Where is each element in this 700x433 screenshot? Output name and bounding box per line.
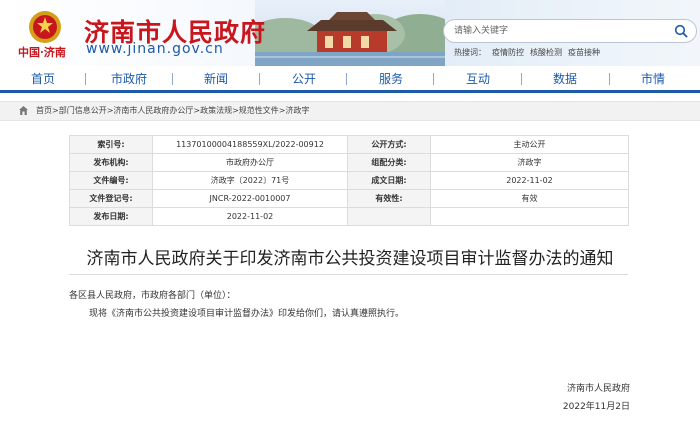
nav-government[interactable]: 市政府 bbox=[111, 70, 147, 87]
national-emblem-icon bbox=[29, 11, 61, 43]
publish-date-value: 2022-11-02 bbox=[152, 207, 348, 226]
empty-cell bbox=[430, 207, 629, 226]
validity-value: 有效 bbox=[430, 189, 629, 208]
written-date-label: 成文日期: bbox=[347, 171, 431, 190]
search-box bbox=[443, 19, 697, 43]
nav-news[interactable]: 新闻 bbox=[204, 70, 228, 87]
nav-separator bbox=[346, 73, 347, 85]
hot-word-epidemic[interactable]: 疫情防控 bbox=[492, 48, 524, 57]
table-row: 文件编号: 济政字〔2022〕71号 成文日期: 2022-11-02 bbox=[69, 171, 629, 190]
nav-separator bbox=[85, 73, 86, 85]
index-number-value: 11370100004188559XL/2022-00912 bbox=[152, 135, 348, 154]
nav-separator bbox=[433, 73, 434, 85]
search-icon[interactable] bbox=[674, 24, 688, 38]
hot-word-nucleic-test[interactable]: 核酸检测 bbox=[530, 48, 562, 57]
index-number-label: 索引号: bbox=[69, 135, 153, 154]
publisher-label: 发布机构: bbox=[69, 153, 153, 172]
registration-number-label: 文件登记号: bbox=[69, 189, 153, 208]
article-salutation: 各区县人民政府，市政府各部门（单位）： bbox=[69, 291, 236, 301]
disclosure-method-value: 主动公开 bbox=[430, 135, 629, 154]
article-signature: 济南市人民政府 bbox=[566, 384, 630, 394]
nav-home[interactable]: 首页 bbox=[31, 70, 55, 87]
hot-search-label: 热搜词： bbox=[454, 48, 486, 57]
nav-separator bbox=[172, 73, 173, 85]
title-divider bbox=[69, 274, 628, 275]
registration-number-value: JNCR-2022-0010007 bbox=[152, 189, 348, 208]
nav-separator bbox=[521, 73, 522, 85]
nav-underline bbox=[0, 90, 700, 93]
document-info-table: 索引号: 11370100004188559XL/2022-00912 公开方式… bbox=[69, 135, 629, 226]
breadcrumb-path[interactable]: 首页>部门信息公开>济南市人民政府办公厅>政策法规>规范性文件>济政字 bbox=[36, 105, 310, 116]
document-number-value: 济政字〔2022〕71号 bbox=[152, 171, 348, 190]
category-label: 组配分类: bbox=[347, 153, 431, 172]
disclosure-method-label: 公开方式: bbox=[347, 135, 431, 154]
site-header: 中国·济南 济南市人民政府 www.jinan.gov.cn 热搜词：疫情防控核… bbox=[0, 0, 700, 66]
category-value: 济政字 bbox=[430, 153, 629, 172]
home-icon bbox=[19, 106, 28, 115]
site-url: www.jinan.gov.cn bbox=[86, 41, 224, 57]
hot-search-words: 热搜词： 疫情防控 核酸检测 疫苗接种 bbox=[454, 47, 606, 58]
nav-city-info[interactable]: 市情 bbox=[641, 70, 665, 87]
written-date-value: 2022-11-02 bbox=[430, 171, 629, 190]
article-title: 济南市人民政府关于印发济南市公共投资建设项目审计监督办法的通知 bbox=[86, 249, 614, 269]
publish-date-label: 发布日期: bbox=[69, 207, 153, 226]
table-row: 发布日期: 2022-11-02 bbox=[69, 207, 629, 226]
hot-word-vaccination[interactable]: 疫苗接种 bbox=[568, 48, 600, 57]
article-body: 现将《济南市公共投资建设项目审计监督办法》印发给你们，请认真遵照执行。 bbox=[89, 309, 405, 319]
brand-logo-text: 中国·济南 bbox=[18, 46, 66, 59]
nav-data[interactable]: 数据 bbox=[553, 70, 577, 87]
nav-interaction[interactable]: 互动 bbox=[466, 70, 490, 87]
city-scenery-image bbox=[255, 0, 445, 66]
breadcrumb: 首页>部门信息公开>济南市人民政府办公厅>政策法规>规范性文件>济政字 bbox=[0, 101, 700, 121]
document-number-label: 文件编号: bbox=[69, 171, 153, 190]
validity-label: 有效性: bbox=[347, 189, 431, 208]
search-input[interactable] bbox=[454, 23, 659, 39]
nav-services[interactable]: 服务 bbox=[379, 70, 403, 87]
main-nav: 首页 市政府 新闻 公开 服务 互动 数据 市情 bbox=[0, 66, 700, 90]
nav-separator bbox=[609, 73, 610, 85]
table-row: 文件登记号: JNCR-2022-0010007 有效性: 有效 bbox=[69, 189, 629, 208]
table-row: 索引号: 11370100004188559XL/2022-00912 公开方式… bbox=[69, 135, 629, 154]
article-date: 2022年11月2日 bbox=[562, 402, 630, 412]
empty-cell bbox=[347, 207, 431, 226]
table-row: 发布机构: 市政府办公厅 组配分类: 济政字 bbox=[69, 153, 629, 172]
nav-disclosure[interactable]: 公开 bbox=[292, 70, 316, 87]
publisher-value: 市政府办公厅 bbox=[152, 153, 348, 172]
nav-separator bbox=[259, 73, 260, 85]
